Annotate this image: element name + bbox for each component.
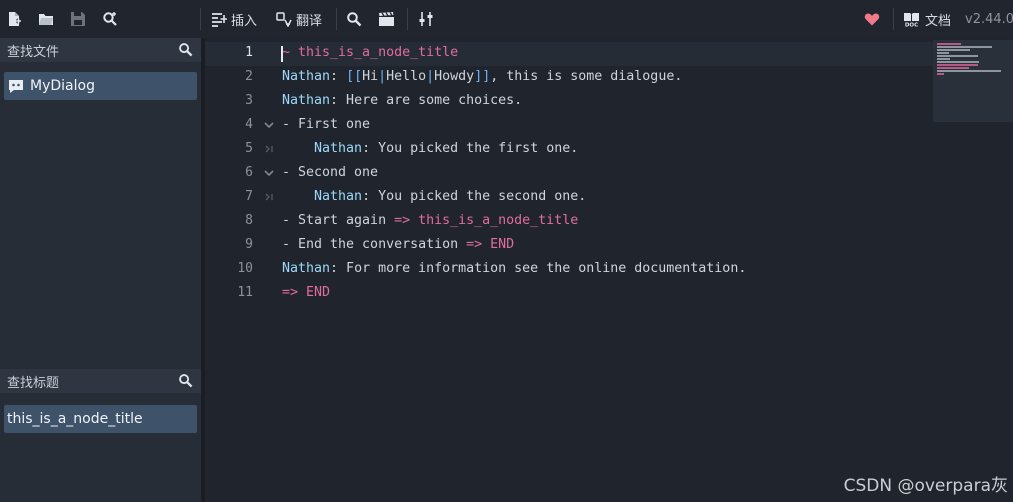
sidebar: 查找文件 MyDialog 查找标题 this_is_a_node_title <box>0 38 201 502</box>
code-text: Nathan: Here are some choices. <box>282 93 523 108</box>
code-text: - First one <box>282 117 371 132</box>
line-number: 7 <box>245 189 253 204</box>
code-line[interactable]: 5 Nathan: You picked the first one. <box>205 138 1013 162</box>
translate-icon <box>276 12 292 27</box>
titles-search-header[interactable]: 查找标题 <box>0 369 201 393</box>
code-text: ~ this_is_a_node_title <box>282 45 459 60</box>
code-line[interactable]: 2 Nathan: [[Hi|Hello|Howdy]], this is som… <box>205 66 1013 90</box>
file-item-mydialog[interactable]: MyDialog <box>4 72 197 100</box>
heart-icon <box>864 13 880 26</box>
code-line[interactable]: 3 Nathan: Here are some choices. <box>205 90 1013 114</box>
code-text: Nathan: [[Hi|Hello|Howdy]], this is some… <box>282 69 683 84</box>
search-button[interactable] <box>346 8 362 30</box>
translate-menu-button[interactable]: 翻译 <box>276 8 322 30</box>
line-number: 5 <box>245 141 253 156</box>
files-search-label: 查找文件 <box>7 44 60 60</box>
files-search-header[interactable]: 查找文件 <box>0 38 201 62</box>
code-line[interactable]: 1 ~ this_is_a_node_title <box>205 42 1013 66</box>
code-text: - Start again => this_is_a_node_title <box>282 213 579 228</box>
minimap-line <box>937 67 969 69</box>
minimap-line <box>937 46 992 48</box>
code-line[interactable]: 10 Nathan: For more information see the o… <box>205 258 1013 282</box>
sliders-icon <box>419 12 433 26</box>
line-number: 11 <box>237 285 253 300</box>
insert-label: 插入 <box>231 13 258 29</box>
open-folder-icon <box>39 14 53 25</box>
settings-button[interactable] <box>418 8 434 30</box>
line-number: 1 <box>245 45 253 60</box>
search-icon <box>347 12 362 27</box>
line-number: 6 <box>245 165 253 180</box>
code-text: - End the conversation => END <box>282 237 515 252</box>
search-icon[interactable] <box>178 373 193 388</box>
fold-end-icon <box>263 190 275 204</box>
test-scene-button[interactable] <box>378 8 395 30</box>
minimap-line <box>937 61 979 63</box>
code-line[interactable]: 6 - Second one <box>205 162 1013 186</box>
dialogue-file-icon <box>9 80 23 93</box>
support-button[interactable] <box>864 8 880 30</box>
minimap[interactable] <box>933 40 1013 122</box>
code-text: => END <box>282 285 331 300</box>
save-button[interactable] <box>70 8 86 30</box>
file-item-label: MyDialog <box>30 78 95 94</box>
code-line[interactable]: 9 - End the conversation => END <box>205 234 1013 258</box>
toolbar-separator <box>407 8 408 30</box>
new-file-icon <box>9 12 21 26</box>
open-button[interactable] <box>38 8 54 30</box>
code-text: Nathan: For more information see the onl… <box>282 261 747 276</box>
svg-text:DOC: DOC <box>905 23 918 28</box>
minimap-line <box>937 52 950 54</box>
toolbar-separator <box>893 8 894 30</box>
toolbar: 插入 翻译 DOC 文档 v2.44.0 <box>0 0 1013 38</box>
docs-label: 文档 <box>925 13 952 29</box>
code-text: Nathan: You picked the second one. <box>314 189 587 204</box>
minimap-line <box>937 58 951 60</box>
toolbar-separator <box>336 8 337 30</box>
toolbar-separator <box>200 8 201 30</box>
save-icon <box>71 12 85 26</box>
code-line[interactable]: 4 - First one <box>205 114 1013 138</box>
watermark: CSDN @overpara灰 <box>843 476 1008 496</box>
line-number: 9 <box>245 237 253 252</box>
line-number: 10 <box>237 261 253 276</box>
version-label: v2.44.0 <box>965 11 1013 27</box>
insert-icon <box>212 13 227 27</box>
minimap-line <box>937 55 978 57</box>
minimap-line <box>937 64 978 66</box>
title-item-label: this_is_a_node_title <box>7 411 143 427</box>
search-icon[interactable] <box>178 42 193 57</box>
line-number: 2 <box>245 69 253 84</box>
code-text: Nathan: You picked the first one. <box>314 141 579 156</box>
titles-search-label: 查找标题 <box>7 375 60 391</box>
minimap-line <box>937 70 1001 72</box>
fold-chevron-icon[interactable] <box>263 166 275 180</box>
title-item[interactable]: this_is_a_node_title <box>4 405 197 433</box>
fold-chevron-icon[interactable] <box>263 118 275 132</box>
docs-button[interactable]: DOC 文档 <box>903 8 951 30</box>
line-number: 8 <box>245 213 253 228</box>
search-replace-icon <box>103 12 117 26</box>
translate-label: 翻译 <box>296 13 323 29</box>
code-text: - Second one <box>282 165 379 180</box>
code-line[interactable]: 11 => END <box>205 282 1013 306</box>
new-file-button[interactable] <box>6 8 22 30</box>
clapperboard-icon <box>379 12 394 26</box>
minimap-line <box>937 43 962 45</box>
minimap-line <box>937 49 970 51</box>
find-button[interactable] <box>102 8 118 30</box>
code-editor[interactable]: 1 ~ this_is_a_node_title 2 Nathan: [[Hi|Hel… <box>205 38 1013 502</box>
line-number: 4 <box>245 117 253 132</box>
code-line[interactable]: 7 Nathan: You picked the second one. <box>205 186 1013 210</box>
text-caret <box>281 46 283 62</box>
minimap-line <box>937 73 944 75</box>
doc-icon: DOC <box>904 13 919 28</box>
code-line[interactable]: 8 - Start again => this_is_a_node_title <box>205 210 1013 234</box>
fold-end-icon <box>263 142 275 156</box>
line-number: 3 <box>245 93 253 108</box>
insert-menu-button[interactable]: 插入 <box>211 8 257 30</box>
